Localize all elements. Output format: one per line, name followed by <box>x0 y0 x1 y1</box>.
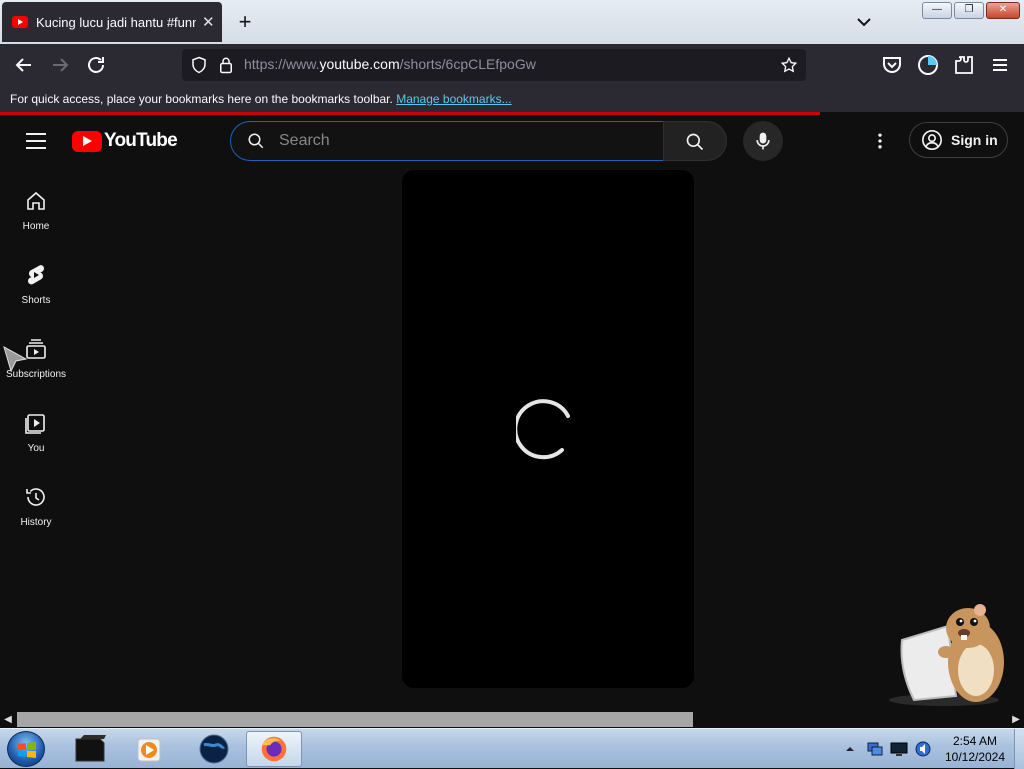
sidebar-item-label: Home <box>22 221 50 232</box>
close-window-button[interactable]: ✕ <box>986 2 1020 19</box>
sidebar-item-label: You <box>27 443 45 454</box>
sign-in-button[interactable]: Sign in <box>909 122 1008 158</box>
youtube-logo-text: YouTube <box>104 130 178 151</box>
reload-icon[interactable] <box>84 53 108 77</box>
lock-icon[interactable] <box>218 56 234 74</box>
microphone-icon <box>756 132 770 150</box>
search-input[interactable] <box>277 130 647 152</box>
bookmarks-toolbar: For quick access, place your bookmarks h… <box>0 86 1024 112</box>
restore-button[interactable]: ❐ <box>954 2 984 19</box>
hamster-mascot-icon <box>889 604 1004 706</box>
minimize-button[interactable]: — <box>922 2 952 19</box>
window-controls: — ❐ ✕ <box>922 2 1020 19</box>
you-icon <box>25 414 45 434</box>
home-icon <box>27 191 45 210</box>
youtube-logo[interactable]: YouTube <box>72 130 178 152</box>
account-sync-icon[interactable] <box>916 53 940 77</box>
browser-tab-strip: Kucing lucu jadi hantu #funny ✕ + — ❐ ✕ <box>0 0 1024 44</box>
forward-arrow-icon[interactable] <box>48 53 72 77</box>
display-tray-icon[interactable] <box>890 740 908 758</box>
address-bar[interactable]: https://www.youtube.com/shorts/6cpCLEfpo… <box>182 49 806 81</box>
back-arrow-icon[interactable] <box>12 53 36 77</box>
network-tray-icon[interactable] <box>866 740 884 758</box>
scrollbar-thumb[interactable] <box>17 712 693 727</box>
sidebar-item-history[interactable]: History <box>0 463 72 537</box>
show-hidden-icons-icon[interactable] <box>844 743 856 755</box>
account-circle-icon <box>922 130 942 150</box>
mouse-cursor-icon <box>3 345 28 373</box>
youtube-masthead: YouTube Sign in <box>0 115 1024 167</box>
bookmark-star-icon[interactable] <box>780 56 798 74</box>
sign-in-label: Sign in <box>951 132 998 148</box>
search-magnifier-icon <box>686 133 704 151</box>
media-center-icon[interactable] <box>62 731 118 767</box>
search-button[interactable] <box>663 121 727 161</box>
clock-date: 10/12/2024 <box>944 750 1006 764</box>
clock-time: 2:54 AM <box>952 734 998 748</box>
list-all-tabs-chevron-icon[interactable] <box>852 10 876 34</box>
windows-logo-icon <box>18 742 36 758</box>
shorts-icon <box>28 265 44 285</box>
navigation-toolbar: https://www.youtube.com/shorts/6cpCLEfpo… <box>0 44 1024 86</box>
shorts-video-player[interactable] <box>402 170 694 688</box>
pocket-icon[interactable] <box>880 53 904 77</box>
loading-spinner-icon <box>516 399 570 460</box>
scroll-left-arrow-icon[interactable]: ◀ <box>1 712 15 727</box>
media-player-icon[interactable] <box>122 731 178 767</box>
settings-kebab-icon[interactable] <box>868 131 892 151</box>
sidebar-item-shorts[interactable]: Shorts <box>0 241 72 315</box>
voice-search-button[interactable] <box>743 121 783 161</box>
scroll-right-arrow-icon[interactable]: ▶ <box>1009 712 1023 727</box>
search-icon <box>248 133 264 149</box>
bookmarks-message: For quick access, place your bookmarks h… <box>10 92 393 106</box>
active-tab[interactable]: Kucing lucu jadi hantu #funny ✕ <box>2 2 222 42</box>
system-clock[interactable]: 2:54 AM 10/12/2024 <box>940 733 1010 765</box>
extensions-puzzle-icon[interactable] <box>952 53 976 77</box>
tracking-shield-icon[interactable] <box>190 56 208 74</box>
sidebar-item-label: History <box>20 517 52 528</box>
search-box <box>230 121 664 161</box>
url-text: https://www.youtube.com/shorts/6cpCLEfpo… <box>244 56 536 72</box>
windows-taskbar: 2:54 AM 10/12/2024 <box>0 728 1024 769</box>
new-tab-button[interactable]: + <box>232 9 258 35</box>
globe-icon[interactable] <box>186 731 242 767</box>
sidebar-item-label: Shorts <box>21 295 51 306</box>
history-icon <box>26 488 45 506</box>
sidebar-item-you[interactable]: You <box>0 389 72 463</box>
youtube-favicon-icon <box>12 16 28 28</box>
app-menu-hamburger-icon[interactable] <box>988 53 1012 77</box>
show-desktop-button[interactable] <box>1014 729 1024 769</box>
sidebar-item-home[interactable]: Home <box>0 167 72 241</box>
volume-tray-icon[interactable] <box>914 740 932 758</box>
firefox-icon[interactable] <box>246 731 302 767</box>
youtube-play-logo-icon <box>72 130 102 152</box>
start-button[interactable] <box>7 731 45 767</box>
manage-bookmarks-link[interactable]: Manage bookmarks... <box>396 92 511 106</box>
tab-title: Kucing lucu jadi hantu #funny <box>36 14 196 30</box>
guide-menu-icon[interactable] <box>26 133 46 149</box>
close-tab-icon[interactable]: ✕ <box>202 13 215 31</box>
horizontal-scrollbar[interactable]: ◀ ▶ <box>0 711 1024 728</box>
